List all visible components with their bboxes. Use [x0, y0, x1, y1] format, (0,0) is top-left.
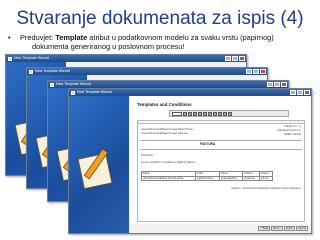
window-title: New Template Wizard: [14, 56, 49, 60]
table-cell: «Artiklna.Naziv»: [195, 175, 221, 182]
app-icon: [49, 82, 54, 87]
minimize-button[interactable]: [290, 90, 296, 95]
wizard-side-panel: [69, 96, 129, 233]
wizard-buttons: < Back Next > Finish Cancel: [258, 226, 308, 231]
app-icon: [28, 69, 33, 74]
ruler: [138, 121, 304, 124]
close-button[interactable]: [239, 56, 245, 61]
window-title: New Template Wizard: [35, 69, 70, 73]
slide-title: Stvaranje dokumenata za ispis (4): [16, 8, 304, 29]
close-button[interactable]: [260, 69, 266, 74]
doc-address-line-1: «FeuskSmerolnaPlacer.Kupac.Naziv.Prime»: [141, 128, 194, 131]
table-cell: «CijenaSaPdv»: [219, 175, 244, 182]
minimize-button[interactable]: [267, 82, 273, 87]
bullet-line-2: dokumenta generiranog u poslovnom proces…: [32, 42, 185, 51]
window-title: New Template Wizard: [77, 90, 112, 94]
font-select[interactable]: [172, 111, 182, 116]
bold-icon[interactable]: [183, 111, 187, 116]
maximize-button[interactable]: [274, 82, 280, 87]
doc-intro-text: prema narudžbi «Conditions» šaljemo fakt…: [141, 161, 196, 164]
step-header: Templates and Conditions: [137, 102, 192, 107]
doc-divider: [140, 140, 302, 141]
doc-company-city: 62300 Travnik: [284, 133, 301, 136]
field-icon[interactable]: [228, 111, 232, 116]
table-icon[interactable]: [218, 111, 222, 116]
align-left-icon[interactable]: [198, 111, 202, 116]
table-cell: «Kolicina»: [242, 175, 260, 182]
bullet-keyword: Template: [55, 33, 88, 42]
bullet-marker: •: [8, 33, 11, 42]
next-button[interactable]: Next >: [271, 226, 283, 231]
app-icon: [7, 56, 12, 61]
window-title-bar[interactable]: New Template Wizard: [69, 89, 311, 96]
table-cell: «FeuskSmerolnaPlacer.Pozicije.Roba»: [140, 175, 197, 182]
editor-toolbar: [169, 110, 289, 117]
minimize-button[interactable]: [246, 69, 252, 74]
close-button[interactable]: [304, 90, 310, 95]
maximize-button[interactable]: [297, 90, 303, 95]
cancel-button[interactable]: Cancel: [295, 226, 308, 231]
doc-greeting: Poštovani,: [141, 154, 154, 157]
template-document-editor[interactable]: «FeuskSmerolnaPlacer.Kupac.Naziv.Prime» …: [137, 120, 305, 222]
pencil-paper-icon: [77, 148, 113, 190]
window-title-bar[interactable]: New Template Wizard: [6, 55, 246, 62]
doc-heading: FAKTURA: [200, 142, 216, 146]
align-center-icon[interactable]: [203, 111, 207, 116]
bullet-prefix: Preduvjet:: [20, 33, 56, 42]
image-icon[interactable]: [223, 111, 227, 116]
list-icon[interactable]: [213, 111, 217, 116]
close-button[interactable]: [281, 82, 287, 87]
align-right-icon[interactable]: [208, 111, 212, 116]
doc-items-table: Rijeka Artiklu Cijena Kolicina Ukupno «F…: [140, 171, 274, 182]
underline-icon[interactable]: [193, 111, 197, 116]
window-title-bar[interactable]: New Template Wizard: [27, 68, 267, 75]
wizard-window-front: New Template Wizard Templates and Condit…: [68, 88, 312, 234]
maximize-button[interactable]: [232, 56, 238, 61]
window-title-bar[interactable]: New Template Wizard: [48, 81, 288, 88]
bullet-item: • Preduvjet: Template atribut u podatkovn…: [8, 33, 314, 51]
table-row: «FeuskSmerolnaPlacer.Pozicije.Roba» «Art…: [140, 175, 274, 182]
table-cell: «Iznos»: [258, 175, 274, 182]
finish-button[interactable]: Finish: [283, 226, 295, 231]
app-icon: [70, 90, 75, 95]
doc-total: Ukupno: «FeuskSmerolnaPlacer.Fakturyn.Is…: [231, 187, 301, 190]
wizard-content: Templates and Conditions «FeuskSmerolnaP…: [129, 96, 311, 224]
doc-address-line-2: «FeuskSmerolnaPlacer.Kupac.Adresa»: [141, 132, 188, 135]
maximize-button[interactable]: [253, 69, 259, 74]
back-button[interactable]: < Back: [258, 226, 271, 231]
window-title: New Template Wizard: [56, 82, 91, 86]
doc-invoice-number: Fakture br. «»: [284, 125, 301, 128]
bullet-suffix: atribut u podatkovnom modelu za svaku vr…: [87, 33, 274, 42]
minimize-button[interactable]: [225, 56, 231, 61]
italic-icon[interactable]: [188, 111, 192, 116]
doc-company-name: Fakulta Zvornik d.o.: [277, 129, 301, 132]
doc-divider: [140, 149, 302, 150]
